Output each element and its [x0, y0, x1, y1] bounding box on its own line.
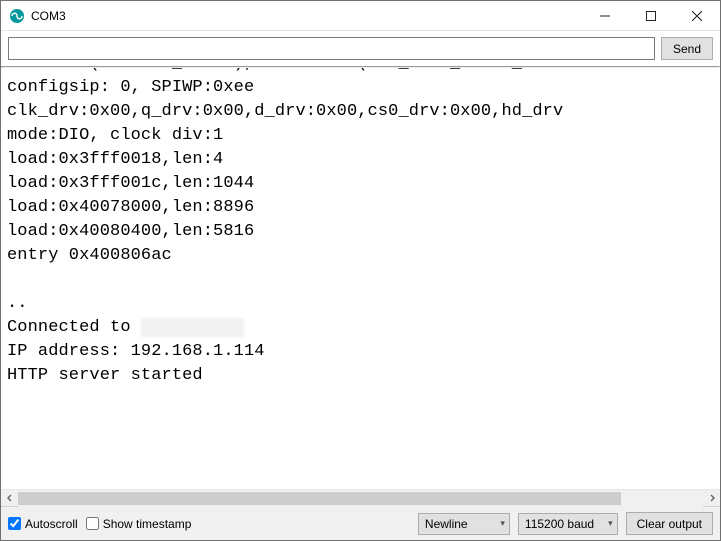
- autoscroll-checkbox[interactable]: Autoscroll: [8, 517, 78, 531]
- window-title: COM3: [31, 9, 582, 23]
- titlebar[interactable]: COM3: [1, 1, 720, 31]
- maximize-button[interactable]: [628, 1, 674, 30]
- chevron-down-icon: ▾: [608, 518, 613, 529]
- autoscroll-input[interactable]: [8, 517, 21, 530]
- input-row: Send: [1, 31, 720, 66]
- console-area[interactable]: rst:0x1 (POWERON_RESET),boot:0x13 (SPI_F…: [1, 68, 720, 489]
- autoscroll-label: Autoscroll: [25, 517, 78, 531]
- window-controls: [582, 1, 720, 30]
- scroll-left-arrow[interactable]: [1, 490, 18, 507]
- serial-input[interactable]: [8, 37, 655, 60]
- timestamp-input[interactable]: [86, 517, 99, 530]
- line-ending-value: Newline: [425, 517, 468, 531]
- close-button[interactable]: [674, 1, 720, 30]
- scroll-thumb[interactable]: [18, 492, 621, 505]
- scroll-right-arrow[interactable]: [703, 490, 720, 507]
- timestamp-label: Show timestamp: [103, 517, 192, 531]
- baud-dropdown[interactable]: 115200 baud ▾: [518, 513, 618, 535]
- console-text: rst:0x1 (POWERON_RESET),boot:0x13 (SPI_F…: [7, 68, 720, 489]
- timestamp-checkbox[interactable]: Show timestamp: [86, 517, 192, 531]
- baud-value: 115200 baud: [525, 517, 594, 531]
- scroll-track[interactable]: [18, 490, 703, 507]
- arduino-icon: [9, 8, 25, 24]
- minimize-button[interactable]: [582, 1, 628, 30]
- clear-output-button[interactable]: Clear output: [626, 512, 713, 535]
- line-ending-dropdown[interactable]: Newline ▾: [418, 513, 510, 535]
- serial-monitor-window: COM3 Send rst:0x1 (POWERON_RESET),boot:0…: [0, 0, 721, 541]
- send-button[interactable]: Send: [661, 37, 713, 60]
- horizontal-scrollbar[interactable]: [1, 489, 720, 506]
- bottom-bar: Autoscroll Show timestamp Newline ▾ 1152…: [1, 506, 720, 540]
- chevron-down-icon: ▾: [500, 518, 505, 529]
